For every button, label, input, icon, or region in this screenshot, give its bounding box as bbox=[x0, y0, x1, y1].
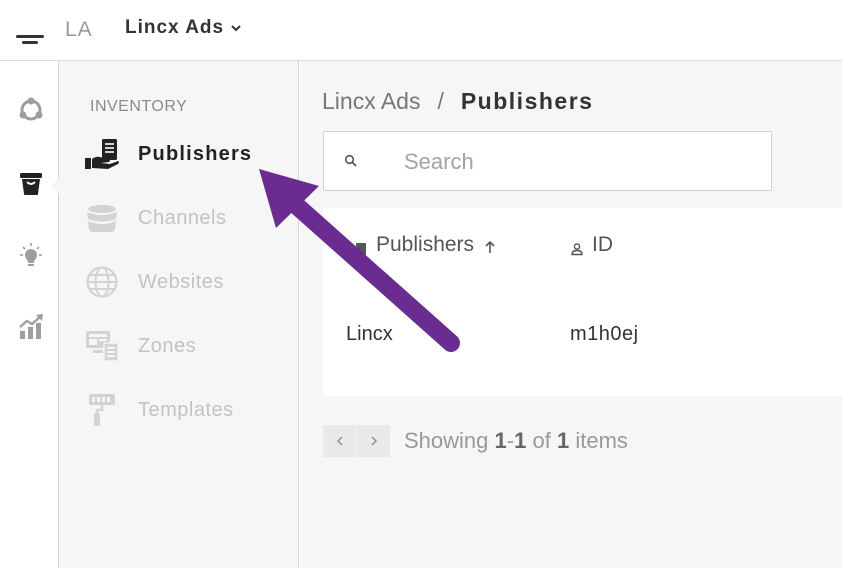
analytics-icon[interactable] bbox=[17, 313, 45, 341]
pagination-to: 1 bbox=[514, 428, 527, 453]
subnav-item-publishers[interactable]: Publishers bbox=[83, 134, 252, 174]
user-icon bbox=[570, 238, 584, 256]
subnav-item-label: Zones bbox=[138, 334, 197, 357]
chevron-left-icon bbox=[336, 436, 343, 446]
icon-rail bbox=[0, 61, 59, 568]
pagination-dash: - bbox=[506, 428, 515, 453]
network-icon[interactable] bbox=[17, 96, 45, 124]
subnav-item-label: Channels bbox=[138, 206, 227, 229]
breadcrumb-parent-link[interactable]: Lincx Ads bbox=[322, 88, 420, 115]
inventory-subnav: INVENTORY Publishers Channels Websites Z… bbox=[59, 61, 299, 568]
top-bar: LA Lincx Ads bbox=[0, 0, 842, 61]
chevron-down-icon bbox=[230, 17, 242, 39]
chevron-right-icon bbox=[370, 436, 377, 446]
subnav-item-websites[interactable]: Websites bbox=[83, 262, 224, 302]
subnav-item-label: Publishers bbox=[138, 142, 253, 165]
channels-stack-icon bbox=[83, 199, 121, 237]
subnav-item-label: Templates bbox=[138, 398, 234, 421]
subnav-item-channels[interactable]: Channels bbox=[83, 198, 227, 238]
inventory-bucket-icon[interactable] bbox=[17, 169, 45, 197]
search-icon bbox=[344, 154, 358, 168]
publishers-table: Publishers ID Lincx m1h0ej bbox=[323, 208, 842, 396]
table-cell-publisher-name[interactable]: Lincx bbox=[346, 323, 393, 346]
subnav-item-zones[interactable]: Zones bbox=[83, 326, 196, 366]
search-input[interactable] bbox=[402, 144, 756, 180]
pagination-of: of bbox=[532, 428, 551, 453]
publisher-hand-icon bbox=[83, 135, 121, 173]
pagination-suffix: items bbox=[575, 428, 628, 453]
org-switcher[interactable]: Lincx Ads bbox=[125, 17, 242, 39]
column-header-publishers[interactable]: Publishers bbox=[354, 233, 496, 257]
table-cell-publisher-id: m1h0ej bbox=[570, 323, 639, 345]
lightbulb-icon[interactable] bbox=[17, 242, 45, 270]
globe-icon bbox=[83, 263, 121, 301]
zones-icon bbox=[83, 327, 121, 365]
breadcrumb: Lincx Ads / Publishers bbox=[322, 88, 593, 115]
main-content: Lincx Ads / Publishers Publishers bbox=[300, 61, 842, 568]
active-indicator bbox=[51, 178, 59, 194]
pagination-total: 1 bbox=[556, 428, 570, 453]
org-abbreviation: LA bbox=[65, 18, 93, 41]
column-header-id[interactable]: ID bbox=[570, 233, 613, 257]
pagination: Showing 1-1 of 1 items bbox=[323, 425, 628, 457]
column-header-label: ID bbox=[592, 233, 613, 256]
page-title: Publishers bbox=[460, 88, 594, 114]
column-header-label: Publishers bbox=[376, 233, 475, 256]
pagination-from: 1 bbox=[494, 428, 507, 453]
paint-roller-icon bbox=[83, 391, 121, 429]
search-box bbox=[323, 131, 772, 191]
subnav-item-templates[interactable]: Templates bbox=[83, 390, 234, 430]
pagination-summary: Showing 1-1 of 1 items bbox=[404, 428, 628, 454]
publisher-column-icon bbox=[354, 238, 368, 255]
breadcrumb-separator: / bbox=[437, 88, 444, 114]
sort-ascending-icon bbox=[484, 237, 496, 253]
subnav-item-label: Websites bbox=[138, 270, 224, 293]
next-page-button[interactable] bbox=[357, 425, 390, 457]
previous-page-button[interactable] bbox=[323, 425, 356, 457]
org-name: Lincx Ads bbox=[125, 17, 225, 38]
hamburger-icon[interactable] bbox=[16, 26, 46, 48]
section-label: INVENTORY bbox=[90, 98, 188, 115]
pagination-prefix: Showing bbox=[404, 428, 489, 453]
